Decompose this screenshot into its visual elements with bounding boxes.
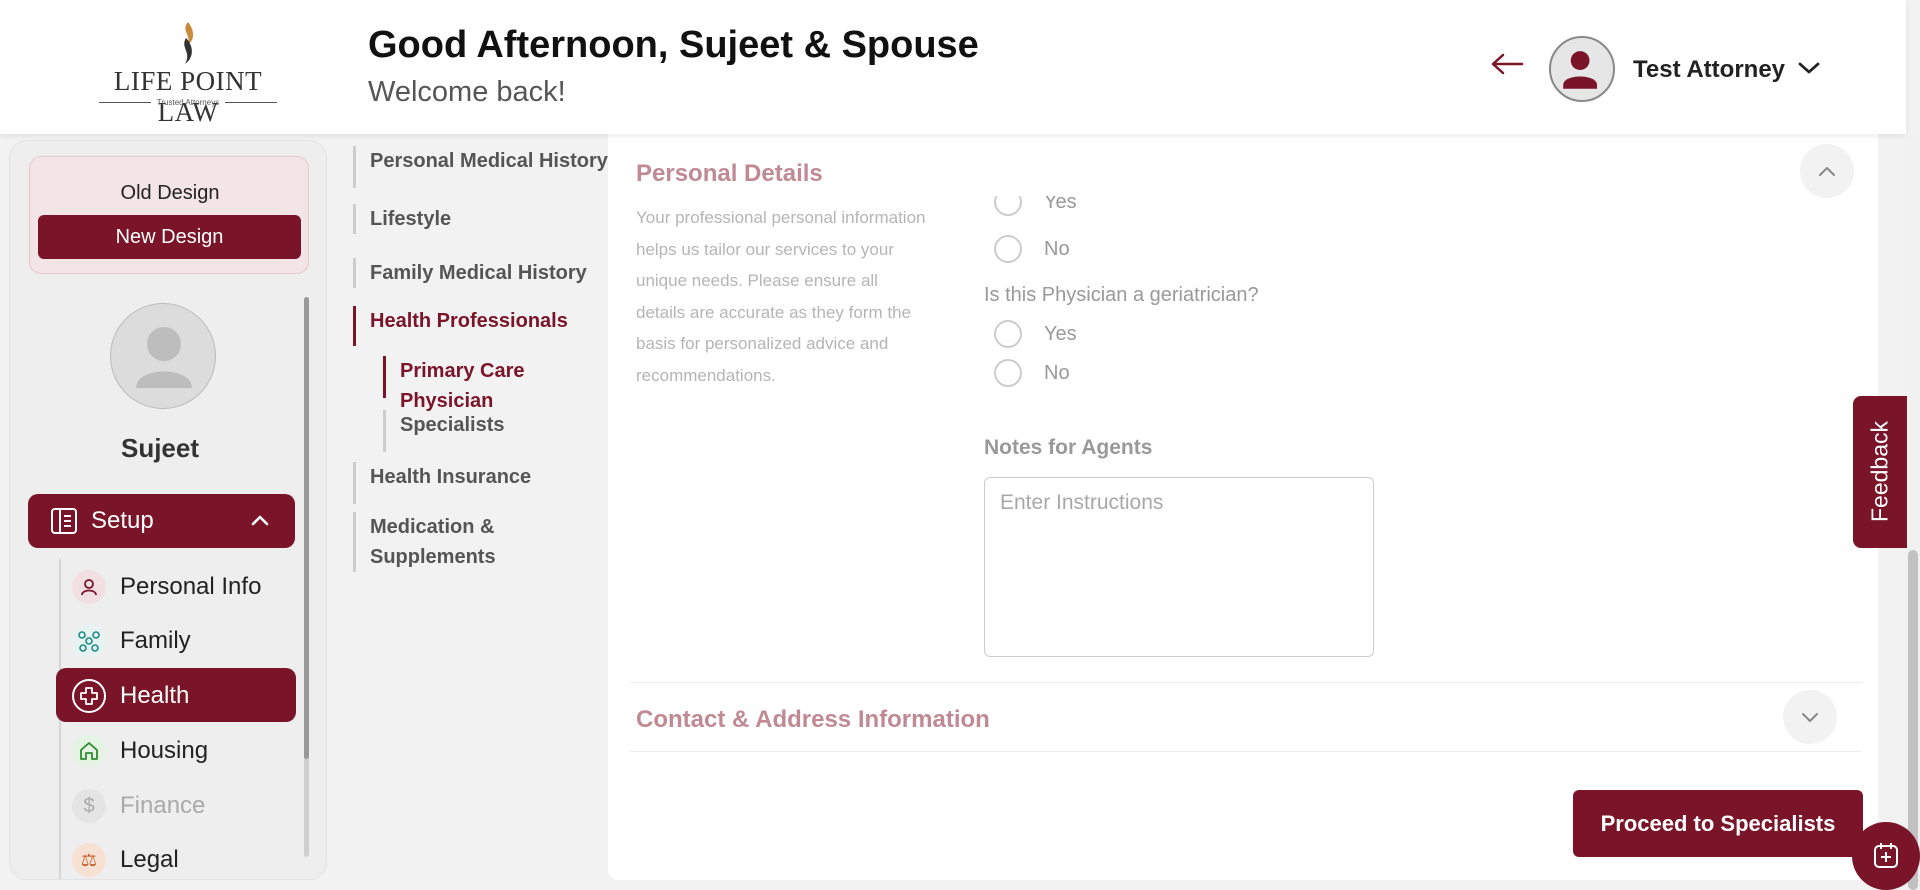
contact-address-title[interactable]: Contact & Address Information bbox=[636, 706, 990, 734]
legal-icon: ⚖ bbox=[72, 843, 106, 877]
feedback-tab[interactable]: Feedback bbox=[1853, 396, 1907, 548]
notes-textarea[interactable] bbox=[984, 477, 1374, 657]
sidebar-item-label: Health bbox=[120, 682, 190, 709]
sidebar-item-label: Finance bbox=[120, 792, 206, 819]
subnav-lifestyle[interactable]: Lifestyle bbox=[353, 204, 451, 234]
clipped-option-row: Yes bbox=[984, 196, 1184, 218]
chevron-up-icon bbox=[251, 515, 269, 526]
left-sidebar: Old Design New Design Sujeet Setup Perso… bbox=[9, 140, 327, 880]
home-icon bbox=[72, 734, 106, 768]
arrow-left-icon[interactable] bbox=[1490, 52, 1524, 76]
person-icon bbox=[1563, 51, 1598, 89]
subnav-medication-supplements[interactable]: Medication & Supplements bbox=[353, 512, 513, 572]
setup-label: Setup bbox=[91, 507, 154, 534]
old-design-option[interactable]: Old Design bbox=[30, 182, 310, 205]
personal-details-collapse-button[interactable] bbox=[1800, 144, 1854, 198]
sidebar-item-label: Housing bbox=[120, 737, 209, 764]
logo-text: LIFE POINT LAW bbox=[113, 66, 263, 127]
chevron-down-icon bbox=[1802, 713, 1818, 722]
health-subnav: Personal Medical History Lifestyle Famil… bbox=[340, 134, 610, 594]
radio-label: Yes bbox=[1044, 196, 1077, 213]
person-placeholder-icon bbox=[136, 327, 192, 388]
personal-details-description: Your professional personal information h… bbox=[636, 208, 926, 385]
section-divider bbox=[630, 682, 1862, 683]
logo-tagline: Trusted Attorneys bbox=[86, 98, 290, 107]
design-toggle: Old Design New Design bbox=[29, 156, 309, 274]
geriatrician-no-option[interactable]: No bbox=[994, 359, 1070, 387]
page-scrollbar[interactable] bbox=[1906, 134, 1920, 890]
chevron-up-icon bbox=[1819, 167, 1835, 176]
sidebar-item-personal-info[interactable]: Personal Info bbox=[56, 559, 296, 613]
section-divider bbox=[630, 751, 1862, 752]
radio-label: Yes bbox=[1044, 322, 1077, 345]
notes-label: Notes for Agents bbox=[984, 436, 1153, 459]
top-header: LIFE POINT LAW Trusted Attorneys Good Af… bbox=[0, 0, 1906, 134]
radio-label: No bbox=[1044, 237, 1070, 260]
brand-logo[interactable]: LIFE POINT LAW Trusted Attorneys bbox=[86, 20, 290, 127]
sidebar-item-health[interactable]: Health bbox=[56, 668, 296, 722]
sidebar-item-family[interactable]: Family bbox=[56, 613, 296, 667]
sidebar-item-label: Family bbox=[120, 627, 191, 654]
radio-button[interactable] bbox=[994, 320, 1022, 348]
radio-no-option[interactable]: No bbox=[994, 235, 1070, 263]
sidebar-scrollbar[interactable] bbox=[304, 297, 309, 857]
greeting-title: Good Afternoon, Sujeet & Spouse bbox=[368, 24, 979, 66]
main-panel: Personal Details Your professional perso… bbox=[608, 134, 1878, 880]
subnav-specialists[interactable]: Specialists bbox=[383, 410, 505, 452]
dollar-icon: $ bbox=[72, 789, 106, 823]
logo-flame-icon bbox=[184, 22, 194, 64]
sidebar-item-label: Personal Info bbox=[120, 573, 262, 600]
book-icon bbox=[51, 508, 77, 534]
radio-button[interactable] bbox=[994, 196, 1022, 216]
radio-button[interactable] bbox=[994, 235, 1022, 263]
chat-widget-button[interactable] bbox=[1852, 822, 1920, 890]
radio-label: No bbox=[1044, 361, 1070, 384]
radio-button[interactable] bbox=[994, 359, 1022, 387]
geriatrician-yes-option[interactable]: Yes bbox=[994, 320, 1077, 348]
radio-yes-option[interactable]: Yes bbox=[994, 196, 1077, 216]
proceed-to-specialists-button[interactable]: Proceed to Specialists bbox=[1573, 790, 1863, 857]
user-icon bbox=[72, 570, 106, 604]
user-avatar[interactable] bbox=[1549, 36, 1615, 102]
sidebar-item-label: Legal bbox=[120, 846, 179, 873]
feedback-label: Feedback bbox=[1866, 421, 1893, 523]
profile-name: Sujeet bbox=[120, 433, 200, 463]
subnav-family-medical-history[interactable]: Family Medical History bbox=[353, 258, 587, 288]
chevron-down-icon[interactable] bbox=[1797, 60, 1821, 76]
sidebar-item-housing[interactable]: Housing bbox=[56, 723, 296, 777]
subnav-health-insurance[interactable]: Health Insurance bbox=[353, 462, 531, 504]
sidebar-scrollbar-thumb[interactable] bbox=[304, 297, 309, 759]
welcome-subtitle: Welcome back! bbox=[368, 76, 566, 108]
new-design-button[interactable]: New Design bbox=[38, 215, 301, 259]
family-tree-icon bbox=[72, 624, 106, 658]
user-name[interactable]: Test Attorney bbox=[1633, 56, 1785, 84]
setup-section-toggle[interactable]: Setup bbox=[28, 494, 295, 548]
subnav-health-professionals[interactable]: Health Professionals bbox=[353, 306, 568, 346]
add-note-icon bbox=[1874, 843, 1898, 868]
sidebar-item-finance[interactable]: $ Finance bbox=[56, 778, 296, 832]
contact-address-expand-button[interactable] bbox=[1783, 690, 1837, 744]
geriatrician-question: Is this Physician a geriatrician? bbox=[984, 284, 1259, 306]
profile-avatar bbox=[110, 303, 216, 409]
personal-details-title[interactable]: Personal Details bbox=[636, 160, 823, 188]
subnav-primary-care-physician[interactable]: Primary Care Physician bbox=[383, 356, 610, 412]
health-cross-icon bbox=[72, 679, 106, 713]
subnav-personal-medical-history[interactable]: Personal Medical History bbox=[353, 146, 608, 188]
sidebar-item-legal[interactable]: ⚖ Legal bbox=[56, 832, 296, 879]
